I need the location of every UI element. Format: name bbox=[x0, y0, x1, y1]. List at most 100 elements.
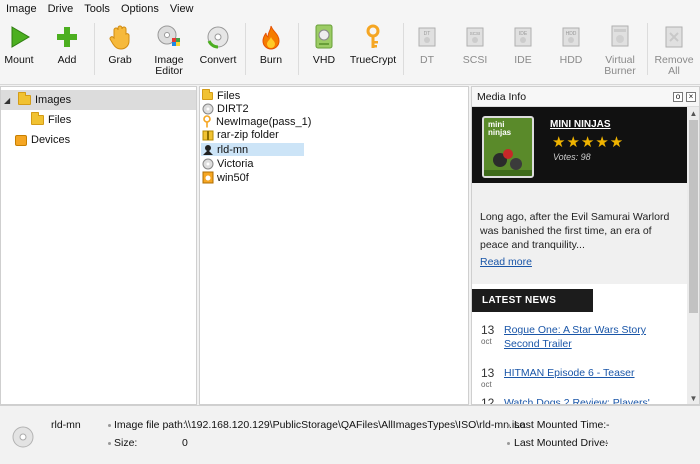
dt-drive-icon: DT bbox=[411, 21, 443, 53]
tree-item-files[interactable]: Files bbox=[1, 110, 196, 130]
hdd-drive-icon: HDD bbox=[555, 21, 587, 53]
play-icon bbox=[3, 21, 35, 53]
selected-image-name: rld-mn bbox=[51, 419, 81, 431]
close-icon[interactable]: × bbox=[686, 92, 696, 102]
path-value: \\192.168.120.129\PublicStorage\QAFiles\… bbox=[185, 419, 526, 431]
media-scrollbar[interactable]: ▲ ▼ bbox=[687, 107, 699, 404]
cover-art-icon bbox=[484, 149, 532, 176]
bullet bbox=[507, 424, 510, 427]
image-icon bbox=[201, 171, 214, 184]
truecrypt-button[interactable]: TrueCrypt bbox=[348, 17, 398, 85]
toolbar-separator bbox=[298, 23, 299, 75]
convert-disc-icon bbox=[202, 21, 234, 53]
remove-all-icon bbox=[658, 21, 690, 53]
dt-button[interactable]: DT DT bbox=[412, 17, 442, 85]
virtual-burner-button[interactable]: Virtual Burner bbox=[598, 17, 642, 85]
archive-icon bbox=[201, 128, 214, 141]
hdd-button[interactable]: HDD HDD bbox=[555, 17, 587, 85]
menu-tools[interactable]: Tools bbox=[80, 3, 117, 15]
bullet bbox=[507, 442, 510, 445]
folder-icon bbox=[18, 92, 31, 105]
vhd-button[interactable]: VHD bbox=[308, 17, 340, 85]
menu-drive[interactable]: Drive bbox=[44, 3, 81, 15]
add-button[interactable]: Add bbox=[50, 17, 84, 85]
toolbar-separator bbox=[403, 23, 404, 75]
scsi-drive-icon: SCSI bbox=[459, 21, 491, 53]
folder-icon bbox=[201, 88, 214, 102]
disc-icon bbox=[12, 426, 34, 448]
last-mounted-time-label: Last Mounted Time: bbox=[514, 419, 607, 431]
svg-text:HDD: HDD bbox=[566, 31, 577, 37]
news-link[interactable]: HITMAN Episode 6 - Teaser bbox=[504, 366, 684, 380]
tree-item-devices[interactable]: Devices bbox=[1, 130, 196, 150]
media-info-header: Media Info o × bbox=[472, 87, 699, 107]
flame-icon bbox=[255, 21, 287, 53]
list-item[interactable]: DIRT2 bbox=[201, 102, 304, 115]
file-list-panel: Files DIRT2 NewImage(pass_1) rar-zip fol… bbox=[199, 86, 469, 405]
svg-text:SCSI: SCSI bbox=[470, 31, 481, 36]
vote-count: Votes: 98 bbox=[553, 152, 591, 162]
game-description: Long ago, after the Evil Samurai Warlord… bbox=[480, 211, 670, 251]
size-value: 0 bbox=[182, 437, 188, 449]
news-link[interactable]: Rogue One: A Star Wars Story Second Trai… bbox=[504, 323, 684, 351]
status-bar: rld-mn Image file path: \\192.168.120.12… bbox=[0, 405, 700, 464]
path-label: Image file path: bbox=[114, 419, 186, 431]
grab-button[interactable]: Grab bbox=[102, 17, 138, 85]
bullet bbox=[108, 424, 111, 427]
menu-image[interactable]: Image bbox=[2, 3, 44, 15]
scroll-down-icon[interactable]: ▼ bbox=[688, 393, 699, 404]
disc-icon bbox=[201, 102, 214, 115]
image-editor-button[interactable]: Image Editor bbox=[150, 17, 188, 85]
size-label: Size: bbox=[114, 437, 138, 449]
virtual-burner-icon bbox=[604, 21, 636, 53]
svg-text:IDE: IDE bbox=[519, 31, 528, 37]
last-mounted-time-value: - bbox=[606, 419, 610, 431]
list-item[interactable]: Victoria bbox=[201, 157, 304, 170]
vhd-icon bbox=[308, 21, 340, 53]
folder-icon bbox=[31, 112, 44, 125]
expand-arrow-icon[interactable]: ◢ bbox=[4, 96, 16, 105]
toolbar-separator bbox=[94, 23, 95, 75]
ninja-icon bbox=[201, 143, 214, 156]
burn-button[interactable]: Burn bbox=[254, 17, 288, 85]
plus-icon bbox=[51, 21, 83, 53]
list-item[interactable]: NewImage(pass_1) bbox=[201, 115, 311, 128]
list-item[interactable]: Files bbox=[201, 88, 304, 102]
remove-all-button[interactable]: Remove All bbox=[652, 17, 696, 85]
key-icon bbox=[357, 21, 389, 53]
latest-news-header: LATEST NEWS bbox=[472, 289, 593, 312]
last-mounted-drive-label: Last Mounted Drive: bbox=[514, 437, 608, 449]
hand-icon bbox=[104, 21, 136, 53]
last-mounted-drive-value: - bbox=[605, 437, 609, 449]
convert-button[interactable]: Convert bbox=[197, 17, 239, 85]
image-tree-panel: ◢ Images Files Devices bbox=[0, 86, 197, 405]
mount-button[interactable]: Mount bbox=[0, 17, 38, 85]
scrollbar-thumb[interactable] bbox=[689, 120, 698, 313]
ide-button[interactable]: IDE IDE bbox=[508, 17, 538, 85]
news-link[interactable]: Watch Dogs 2 Review: Players' bbox=[504, 396, 684, 404]
media-info-panel: Media Info o × mini ninjas MINI NINJAS ★… bbox=[471, 86, 700, 405]
disc-icon bbox=[201, 157, 214, 170]
menu-options[interactable]: Options bbox=[117, 3, 166, 15]
rating-stars: ★★★★★ bbox=[552, 134, 625, 151]
key-icon bbox=[201, 115, 213, 128]
game-title[interactable]: MINI NINJAS bbox=[550, 119, 611, 130]
menu-view[interactable]: View bbox=[166, 3, 201, 15]
list-item[interactable]: rar-zip folder bbox=[201, 128, 304, 141]
read-more-link[interactable]: Read more bbox=[480, 256, 532, 268]
tree-item-images[interactable]: ◢ Images bbox=[1, 90, 196, 110]
pin-icon[interactable]: o bbox=[673, 92, 683, 102]
toolbar: Mount Add Grab Image Editor Convert Burn… bbox=[0, 17, 700, 85]
toolbar-separator bbox=[647, 23, 648, 75]
scroll-up-icon[interactable]: ▲ bbox=[688, 108, 699, 119]
scsi-button[interactable]: SCSI SCSI bbox=[458, 17, 492, 85]
devices-icon bbox=[15, 134, 27, 146]
game-cover-image[interactable]: mini ninjas bbox=[482, 116, 534, 178]
list-item[interactable]: win50f bbox=[201, 171, 304, 184]
toolbar-separator bbox=[245, 23, 246, 75]
list-item[interactable]: rld-mn bbox=[201, 143, 304, 156]
bullet bbox=[108, 442, 111, 445]
menu-bar: Image Drive Tools Options View bbox=[0, 0, 700, 17]
svg-text:DT: DT bbox=[424, 31, 431, 37]
ide-drive-icon: IDE bbox=[507, 21, 539, 53]
